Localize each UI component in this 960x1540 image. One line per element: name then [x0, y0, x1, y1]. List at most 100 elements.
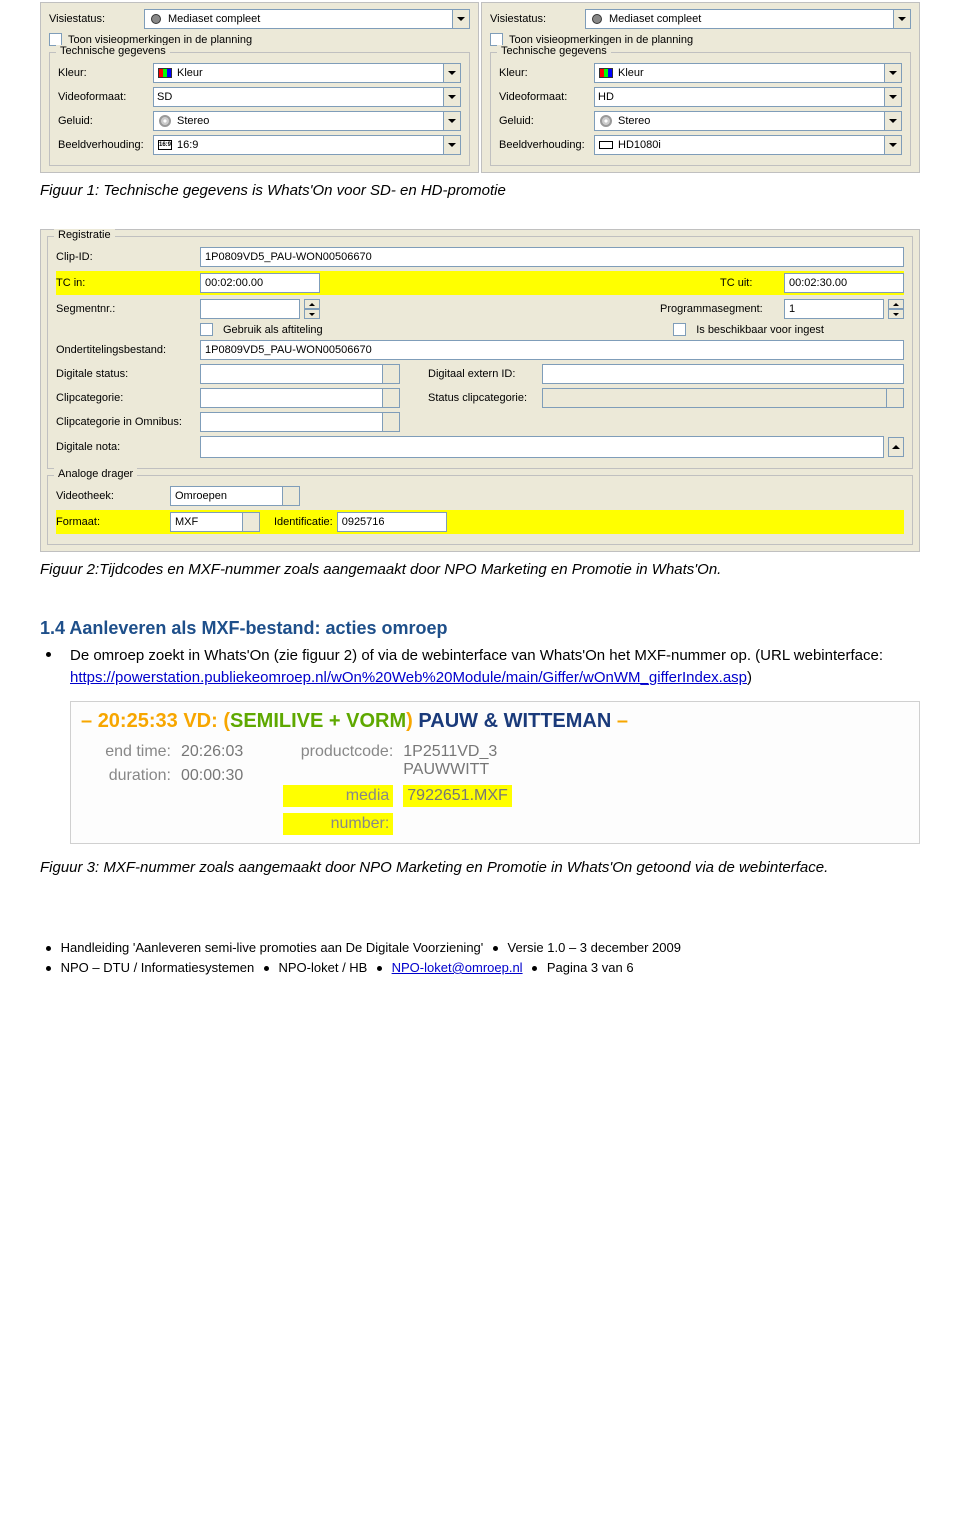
- media-value: 7922651.MXF: [403, 785, 512, 807]
- cd-icon: [598, 114, 614, 128]
- aftiteling-checkbox[interactable]: [200, 323, 213, 336]
- geluid-label: Geluid:: [499, 115, 594, 127]
- duration-value: 00:00:30: [181, 767, 243, 785]
- videotheek-select[interactable]: Omroepen: [170, 486, 300, 506]
- planning-checkbox-label: Toon visieopmerkingen in de planning: [509, 34, 693, 46]
- videoformaat-select[interactable]: HD: [594, 87, 902, 107]
- identificatie-value: 0925716: [342, 516, 385, 528]
- footer-dot-icon: [46, 966, 51, 971]
- registratie-group-title: Registratie: [54, 229, 115, 241]
- groupbox-title: Technische gegevens: [497, 45, 611, 57]
- visiestatus-label: Visiestatus:: [490, 13, 585, 25]
- footer-page: Pagina 3 van 6: [547, 960, 634, 975]
- tc-in-label: TC in:: [56, 277, 196, 289]
- number-label: number:: [283, 813, 393, 835]
- digitaal-extern-input[interactable]: [542, 364, 904, 384]
- cd-icon: [157, 114, 173, 128]
- bullet-text-1: De omroep zoekt in Whats'On (zie figuur …: [70, 647, 883, 664]
- beeldverhouding-select[interactable]: HD1080i: [594, 135, 902, 155]
- visiestatus-select[interactable]: Mediaset compleet: [144, 9, 470, 29]
- footer-dot-icon: [46, 946, 51, 951]
- status-clipcategorie-label: Status clipcategorie:: [428, 392, 538, 404]
- scroll-up-icon[interactable]: [888, 437, 904, 457]
- programmasegment-input[interactable]: 1: [784, 299, 884, 319]
- clipcategorie-select[interactable]: [200, 388, 400, 408]
- tc-uit-input[interactable]: 00:02:30.00: [784, 273, 904, 293]
- footer-dot-icon: [377, 966, 382, 971]
- section-title: Aanleveren als MXF-bestand: acties omroe…: [69, 618, 447, 638]
- section-heading: 1.4 Aanleveren als MXF-bestand: acties o…: [40, 617, 920, 640]
- visiestatus-value: Mediaset compleet: [609, 13, 701, 25]
- segmentnr-spinner[interactable]: [304, 299, 320, 319]
- kleur-select[interactable]: Kleur: [153, 63, 461, 83]
- tc-in-value: 00:02:00.00: [205, 277, 263, 289]
- dash-icon: –: [81, 710, 92, 732]
- status-dot-icon: [589, 12, 605, 26]
- kleur-select[interactable]: Kleur: [594, 63, 902, 83]
- registratie-panel: Registratie Clip-ID: 1P0809VD5_PAU-WON00…: [40, 229, 920, 552]
- beeldverhouding-value: 16:9: [177, 139, 198, 151]
- tc-in-input[interactable]: 00:02:00.00: [200, 273, 320, 293]
- footer-dot-icon: [493, 946, 498, 951]
- rgb-icon: [157, 66, 173, 80]
- clipcategorie-label: Clipcategorie:: [56, 392, 196, 404]
- beeldverhouding-label: Beeldverhouding:: [58, 139, 153, 151]
- giffer-info-box: – 20:25:33 VD: (SEMILIVE + VORM) PAUW & …: [70, 701, 920, 844]
- geluid-value: Stereo: [618, 115, 650, 127]
- status-clipcategorie-select: [542, 388, 904, 408]
- footer-email-link[interactable]: NPO-loket@omroep.nl: [392, 960, 523, 975]
- formaat-select[interactable]: MXF: [170, 512, 260, 532]
- clip-id-label: Clip-ID:: [56, 251, 196, 263]
- tc-uit-label: TC uit:: [720, 277, 780, 289]
- identificatie-input[interactable]: 0925716: [337, 512, 447, 532]
- rect-icon: [598, 138, 614, 152]
- videoformaat-value: SD: [157, 91, 172, 103]
- clip-id-input[interactable]: 1P0809VD5_PAU-WON00506670: [200, 247, 904, 267]
- section-number: 1.4: [40, 618, 65, 638]
- ingest-checkbox[interactable]: [673, 323, 686, 336]
- figure-3-caption: Figuur 3: MXF-nummer zoals aangemaakt do…: [40, 858, 920, 878]
- digitale-nota-label: Digitale nota:: [56, 441, 196, 453]
- footer-version: Versie 1.0 – 3 december 2009: [508, 940, 681, 955]
- programmasegment-label: Programmasegment:: [660, 303, 780, 315]
- clipcategorie-omnibus-select[interactable]: [200, 412, 400, 432]
- footer-dot-icon: [264, 966, 269, 971]
- footer-org: NPO – DTU / Informatiesystemen: [61, 960, 255, 975]
- visiestatus-label: Visiestatus:: [49, 13, 144, 25]
- beeldverhouding-select[interactable]: 16:9 16:9: [153, 135, 461, 155]
- productcode-value: 1P2511VD_3 PAUWWITT: [403, 743, 563, 779]
- geluid-select[interactable]: Stereo: [153, 111, 461, 131]
- end-time-value: 20:26:03: [181, 743, 243, 761]
- analoge-group-title: Analoge drager: [54, 468, 137, 480]
- videoformaat-label: Videoformaat:: [58, 91, 153, 103]
- formaat-label: Formaat:: [56, 516, 166, 528]
- footer-dot-icon: [532, 966, 537, 971]
- formaat-value: MXF: [175, 516, 198, 528]
- groupbox-title: Technische gegevens: [56, 45, 170, 57]
- visiestatus-select[interactable]: Mediaset compleet: [585, 9, 911, 29]
- webinterface-link[interactable]: https://powerstation.publiekeomroep.nl/w…: [70, 669, 747, 686]
- videoformaat-select[interactable]: SD: [153, 87, 461, 107]
- programmasegment-value: 1: [789, 303, 795, 315]
- rgb-icon: [598, 66, 614, 80]
- tech-panel-hd: Visiestatus: Mediaset compleet Toon visi…: [481, 2, 920, 173]
- segmentnr-input[interactable]: [200, 299, 300, 319]
- digitale-nota-input[interactable]: [200, 436, 884, 458]
- kleur-label: Kleur:: [58, 67, 153, 79]
- ingest-label: Is beschikbaar voor ingest: [696, 324, 824, 336]
- videotheek-label: Videotheek:: [56, 490, 166, 502]
- digitaal-extern-label: Digitaal extern ID:: [428, 368, 538, 380]
- digitale-status-select[interactable]: [200, 364, 400, 384]
- geluid-select[interactable]: Stereo: [594, 111, 902, 131]
- bullet-dot-icon: [46, 652, 51, 657]
- giffer-semilive: SEMILIVE + VORM: [230, 710, 406, 732]
- giffer-title: – 20:25:33 VD: (SEMILIVE + VORM) PAUW & …: [81, 710, 909, 733]
- bullet-text-2: ): [747, 669, 752, 686]
- visiestatus-value: Mediaset compleet: [168, 13, 260, 25]
- kleur-value: Kleur: [618, 67, 644, 79]
- clip-id-value: 1P0809VD5_PAU-WON00506670: [205, 251, 372, 263]
- programmasegment-spinner[interactable]: [888, 299, 904, 319]
- ondertiteling-input[interactable]: 1P0809VD5_PAU-WON00506670: [200, 340, 904, 360]
- bullet-item: De omroep zoekt in Whats'On (zie figuur …: [70, 645, 920, 689]
- media-label: media: [283, 785, 393, 807]
